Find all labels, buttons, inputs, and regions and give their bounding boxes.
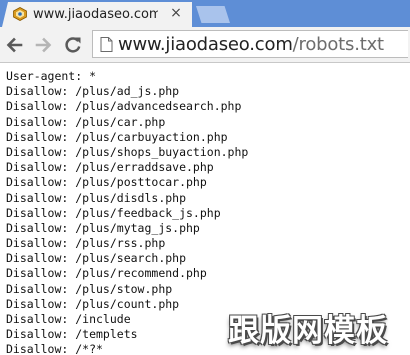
disallow-line: Disallow: /plus/rss.php <box>6 236 166 251</box>
url-host: www.jiaodaseo.com <box>118 34 293 55</box>
disallow-line: Disallow: /plus/posttocar.php <box>6 175 207 190</box>
user-agent-line: User-agent: * <box>6 69 97 83</box>
watermark: 跟版网模板 <box>228 313 388 349</box>
page-icon <box>100 37 113 52</box>
tab-strip: www.jiaodaseo.com/robots.txt × <box>0 0 410 27</box>
new-tab-button[interactable] <box>196 6 230 23</box>
disallow-line: Disallow: /plus/search.php <box>6 251 187 266</box>
disallow-line: Disallow: /plus/mytag_js.php <box>6 220 200 235</box>
disallow-line: Disallow: /plus/carbuyaction.php <box>6 129 228 144</box>
back-arrow-icon[interactable] <box>4 35 24 55</box>
site-favicon-icon <box>13 7 27 21</box>
disallow-line: Disallow: /plus/erraddsave.php <box>6 160 214 175</box>
url-text[interactable]: www.jiaodaseo.com/robots.txt <box>118 34 384 55</box>
disallow-line: Disallow: /plus/car.php <box>6 114 166 129</box>
forward-arrow-icon[interactable] <box>34 35 54 55</box>
disallow-line: Disallow: /plus/ad_js.php <box>6 84 180 99</box>
url-path: /robots.txt <box>292 34 384 55</box>
disallow-line: Disallow: /plus/shops_buyaction.php <box>6 144 249 159</box>
browser-toolbar: www.jiaodaseo.com/robots.txt <box>0 27 410 63</box>
disallow-line: Disallow: /plus/recommend.php <box>6 266 207 281</box>
disallow-line: Disallow: /plus/advancedsearch.php <box>6 99 242 114</box>
address-bar[interactable]: www.jiaodaseo.com/robots.txt <box>92 30 408 58</box>
disallow-line: Disallow: /plus/feedback_js.php <box>6 205 221 220</box>
disallow-line: Disallow: /plus/count.php <box>6 296 180 311</box>
disallow-line: Disallow: /plus/disdls.php <box>6 190 187 205</box>
tab-robots-txt[interactable]: www.jiaodaseo.com/robots.txt × <box>2 2 192 27</box>
disallow-line: Disallow: /plus/stow.php <box>6 281 173 296</box>
tab-title: www.jiaodaseo.com/robots.txt <box>33 7 158 22</box>
close-icon[interactable]: × <box>168 5 184 21</box>
reload-icon[interactable] <box>63 35 83 55</box>
